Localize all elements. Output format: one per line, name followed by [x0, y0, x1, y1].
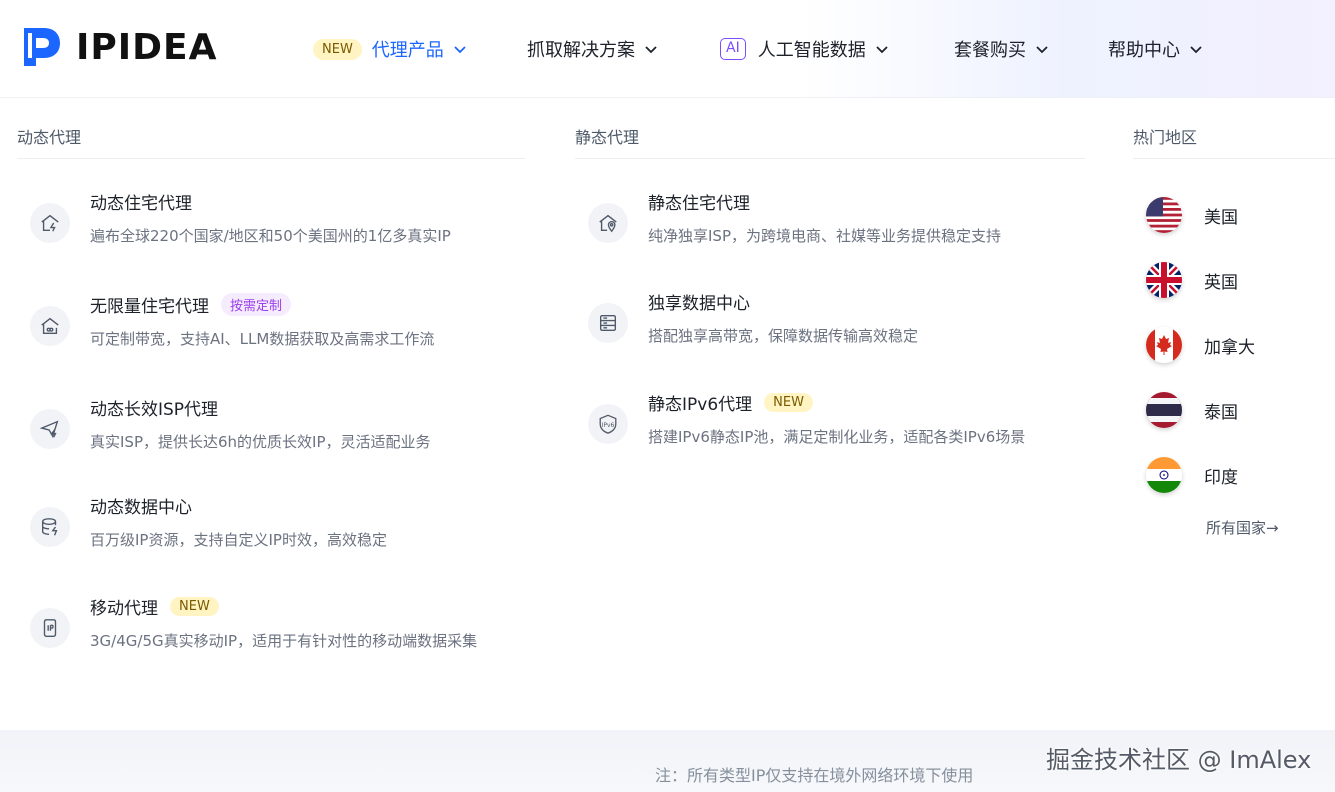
- chevron-down-icon: [876, 46, 888, 54]
- ca-flag-icon: [1146, 327, 1182, 363]
- divider: [575, 158, 1085, 159]
- all-countries-link[interactable]: 所有国家→: [1206, 517, 1279, 538]
- region-item-us[interactable]: 美国: [1146, 197, 1238, 233]
- brand-name: IPIDEA: [76, 26, 218, 68]
- dynamic-proxy-heading: 动态代理: [17, 128, 82, 147]
- nav-item-help-center[interactable]: 帮助中心: [1108, 34, 1204, 64]
- chevron-down-icon: [645, 46, 657, 54]
- divider: [17, 158, 525, 159]
- th-flag-icon: [1146, 392, 1182, 428]
- item-description: 搭配独享高带宽，保障数据传输高效稳定: [648, 327, 919, 345]
- mobile-ip-icon: [30, 608, 70, 648]
- watermark: 掘金技术社区 @ ImAlex: [1046, 746, 1312, 774]
- item-title: 移动代理: [90, 599, 158, 619]
- usage-note: 注：所有类型IP仅支持在境外网络环境下使用: [655, 766, 974, 785]
- region-name: 印度: [1204, 467, 1238, 488]
- nav-item-label: 代理产品: [371, 40, 444, 61]
- house-infinity-icon: [30, 306, 70, 346]
- popular-regions-heading: 热门地区: [1133, 128, 1198, 147]
- chevron-down-icon: [1190, 46, 1202, 54]
- svg-text:IPv6: IPv6: [602, 422, 615, 429]
- static-proxy-heading: 静态代理: [575, 128, 640, 147]
- item-description: 搭建IPv6静态IP池，满足定制化业务，适配各类IPv6场景: [648, 428, 1026, 446]
- database-lightning-icon: [30, 507, 70, 547]
- house-pin-icon: [588, 203, 628, 243]
- item-title: 静态IPv6代理: [648, 395, 753, 415]
- item-description: 遍布全球220个国家/地区和50个美国州的1亿多真实IP: [90, 227, 451, 245]
- item-title: 动态数据中心: [90, 498, 192, 518]
- region-name: 加拿大: [1204, 337, 1255, 358]
- nav-item-label: 套餐购买: [954, 40, 1026, 61]
- item-title: 静态住宅代理: [648, 194, 750, 214]
- nav-item-label: 抓取解决方案: [527, 40, 635, 61]
- item-title: 动态住宅代理: [90, 194, 192, 214]
- in-flag-icon: [1146, 457, 1182, 493]
- region-name: 美国: [1204, 207, 1238, 228]
- chevron-down-icon: [454, 46, 466, 54]
- item-description: 3G/4G/5G真实移动IP，适用于有针对性的移动端数据采集: [90, 632, 478, 650]
- item-title: 独享数据中心: [648, 294, 750, 314]
- nav-item-ai-data[interactable]: AI 人工智能数据: [720, 34, 890, 64]
- nav-item-proxy-products[interactable]: NEW 代理产品: [313, 34, 468, 64]
- ipidea-logo-icon: [24, 28, 60, 66]
- shield-ipv6-icon: IPv6: [588, 404, 628, 444]
- new-tag: NEW: [170, 597, 219, 616]
- new-badge: NEW: [313, 38, 362, 60]
- nav-item-pricing[interactable]: 套餐购买: [954, 34, 1050, 64]
- send-lightning-icon: [30, 409, 70, 449]
- divider: [1133, 158, 1335, 159]
- ai-badge: AI: [720, 38, 746, 60]
- new-tag: NEW: [764, 393, 813, 412]
- nav-item-label: 帮助中心: [1108, 40, 1180, 61]
- region-item-thailand[interactable]: 泰国: [1146, 392, 1238, 428]
- house-lightning-icon: [30, 203, 70, 243]
- item-description: 可定制带宽，支持AI、LLM数据获取及高需求工作流: [90, 330, 435, 348]
- region-name: 英国: [1204, 272, 1238, 293]
- region-name: 泰国: [1204, 402, 1238, 423]
- item-title: 动态长效ISP代理: [90, 400, 219, 420]
- uk-flag-icon: [1146, 262, 1182, 298]
- chevron-down-icon: [1036, 46, 1048, 54]
- us-flag-icon: [1146, 197, 1182, 233]
- region-item-india[interactable]: 印度: [1146, 457, 1238, 493]
- item-description: 纯净独享ISP，为跨境电商、社媒等业务提供稳定支持: [648, 227, 1001, 245]
- server-icon: [588, 303, 628, 343]
- item-description: 真实ISP，提供长达6h的优质长效IP，灵活适配业务: [90, 433, 431, 451]
- nav-item-scraping-solutions[interactable]: 抓取解决方案: [527, 34, 659, 64]
- region-item-canada[interactable]: 加拿大: [1146, 327, 1255, 363]
- brand-logo[interactable]: IPIDEA: [20, 24, 218, 70]
- item-title: 无限量住宅代理: [90, 297, 209, 317]
- item-description: 百万级IP资源，支持自定义IP时效，高效稳定: [90, 531, 387, 549]
- region-item-uk[interactable]: 英国: [1146, 262, 1238, 298]
- top-navigation-bar: IPIDEA NEW 代理产品 抓取解决方案 AI 人工智能数据 套餐购买 帮助…: [0, 0, 1335, 98]
- nav-item-label: 人工智能数据: [757, 40, 866, 61]
- custom-tag: 按需定制: [221, 293, 292, 316]
